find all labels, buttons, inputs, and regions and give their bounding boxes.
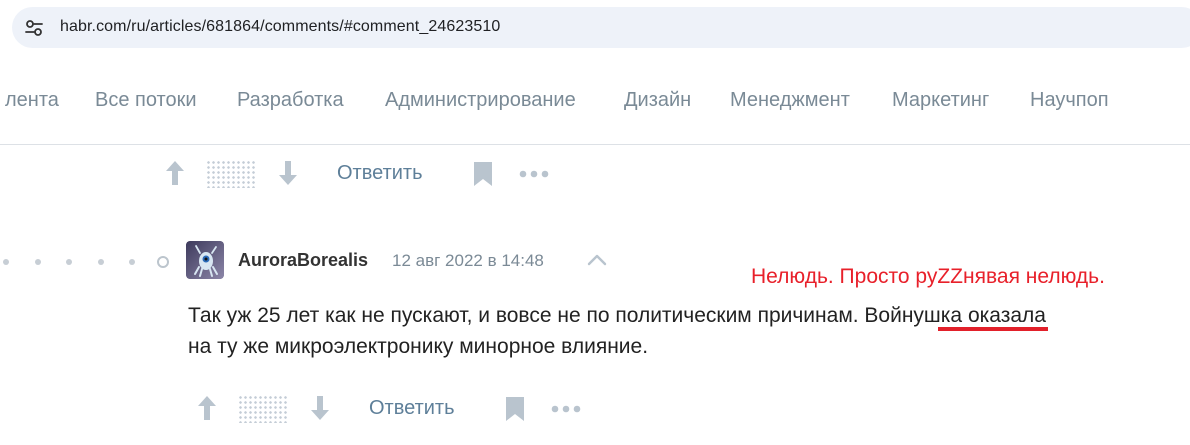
more-options-icon[interactable] (550, 399, 582, 419)
nav-item-development[interactable]: Разработка (237, 89, 344, 112)
nav-item-feed[interactable]: лента (5, 89, 59, 112)
comment-actions-previous: Ответить (0, 152, 1190, 192)
thread-dot (3, 259, 9, 265)
comment-author[interactable]: AuroraBorealis (238, 250, 368, 271)
comment-timestamp[interactable]: 12 авг 2022 в 14:48 (392, 251, 544, 271)
nav-item-design[interactable]: Дизайн (624, 89, 691, 112)
bookmark-icon[interactable] (505, 396, 525, 422)
vote-down-icon[interactable] (277, 160, 299, 186)
address-bar[interactable]: habr.com/ru/articles/681864/comments/#co… (12, 7, 1190, 48)
thread-dot (35, 259, 41, 265)
nav-item-management[interactable]: Менеджмент (730, 89, 850, 112)
nav-item-marketing[interactable]: Маркетинг (892, 89, 989, 112)
site-settings-icon[interactable] (24, 18, 44, 38)
vote-score-hidden[interactable] (238, 395, 288, 423)
vote-down-icon[interactable] (309, 395, 331, 421)
annotation-underline (938, 327, 1048, 331)
browser-toolbar: habr.com/ru/articles/681864/comments/#co… (0, 0, 1190, 57)
annotation-text: Нелюдь. Просто руZZнявая нелюдь. (751, 265, 1105, 288)
thread-dot (66, 259, 72, 265)
bookmark-icon[interactable] (473, 161, 493, 187)
thread-dot (129, 259, 135, 265)
url-text[interactable]: habr.com/ru/articles/681864/comments/#co… (60, 18, 500, 36)
avatar[interactable] (186, 241, 224, 279)
more-options-icon[interactable] (518, 164, 550, 184)
thread-dot (98, 259, 104, 265)
comment-actions: Ответить (0, 387, 1190, 427)
flow-navigation: лента Все потоки Разработка Администриро… (0, 57, 1190, 145)
thread-current-marker[interactable] (157, 256, 169, 268)
vote-score-hidden[interactable] (206, 160, 256, 188)
chevron-up-icon[interactable] (585, 250, 609, 270)
comment-body-line2: на ту же микроэлектронику минорное влиян… (188, 335, 649, 358)
nav-item-administration[interactable]: Администрирование (385, 89, 576, 112)
nav-item-popsci[interactable]: Научпоп (1030, 89, 1109, 112)
vote-up-icon[interactable] (164, 160, 186, 186)
reply-button[interactable]: Ответить (337, 162, 423, 185)
reply-button[interactable]: Ответить (369, 397, 455, 420)
vote-up-icon[interactable] (196, 395, 218, 421)
nav-item-all-flows[interactable]: Все потоки (95, 89, 197, 112)
